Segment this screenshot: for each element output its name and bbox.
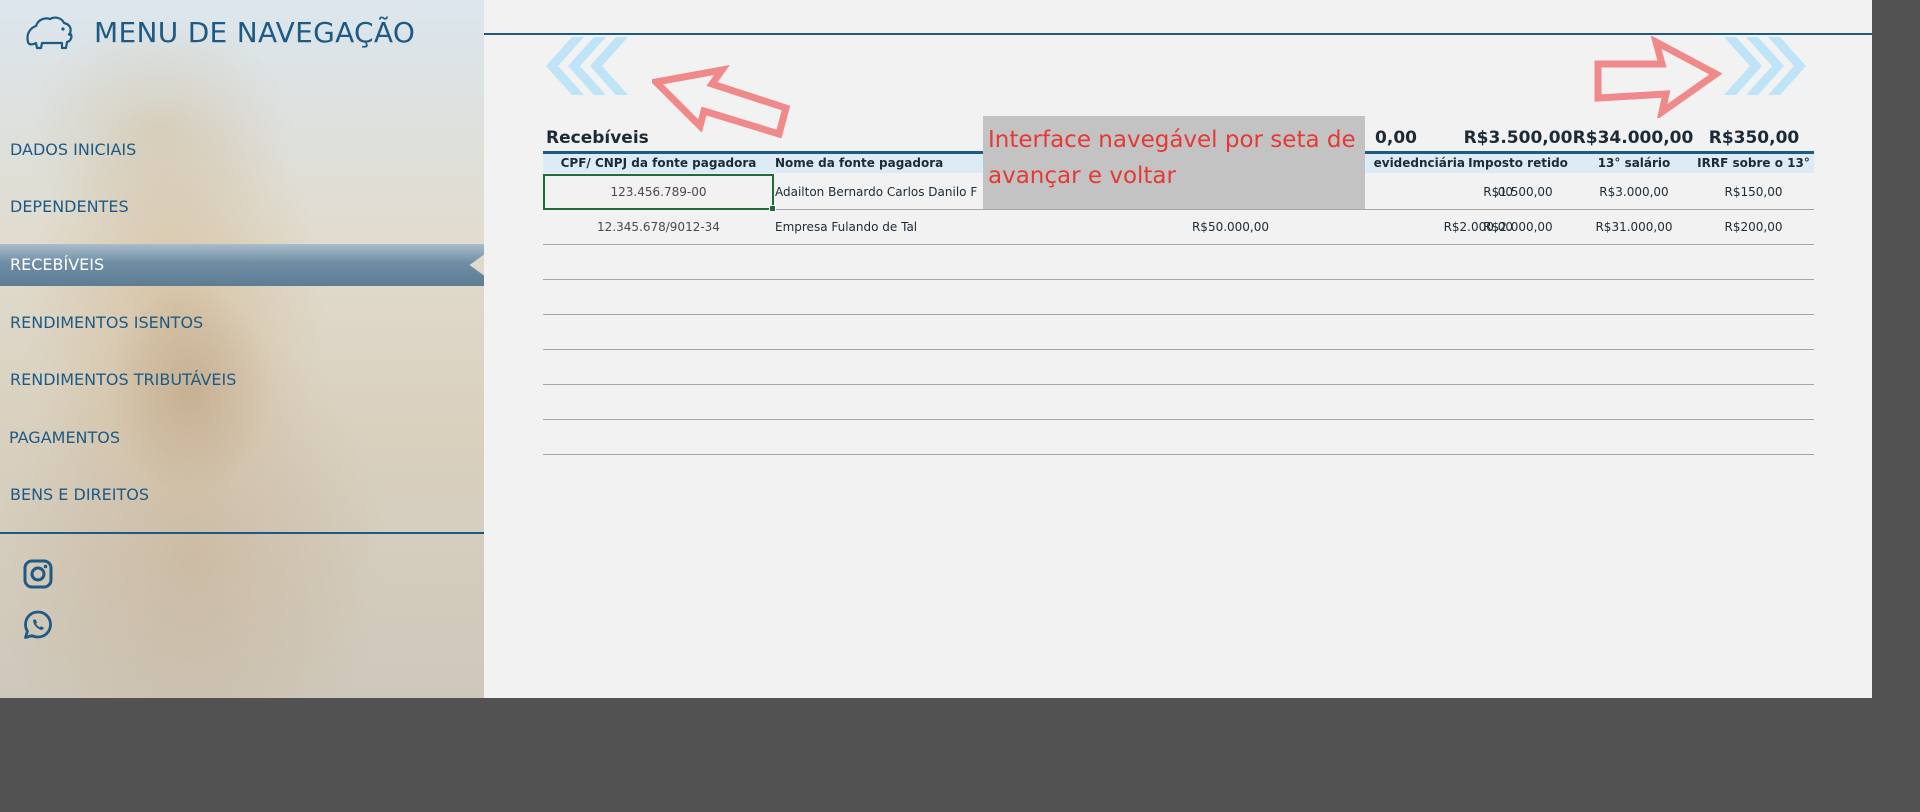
column-cpf-cnpj[interactable]: CPF/ CNPJ da fonte pagadora xyxy=(543,154,774,173)
menu-title: MENU DE NAVEGAÇÃO xyxy=(94,16,416,49)
total-irrf-13: R$350,00 xyxy=(1708,128,1800,148)
table-row-empty[interactable] xyxy=(543,385,1814,420)
whatsapp-icon[interactable] xyxy=(22,609,54,641)
cell-rendimentos[interactable]: R$50.000,00 xyxy=(1123,210,1338,244)
total-imposto-retido: R$3.500,00 xyxy=(1463,128,1573,148)
back-chevron-icon[interactable] xyxy=(544,37,628,95)
table-row-empty[interactable] xyxy=(543,315,1814,350)
cell-nome[interactable]: Empresa Fulando de Tal xyxy=(775,210,1115,244)
spreadsheet-area: MENU DE NAVEGAÇÃO DADOS INICIAIS DEPENDE… xyxy=(0,0,1872,698)
nav-item-pagamentos[interactable]: PAGAMENTOS xyxy=(0,417,484,459)
sidebar-divider xyxy=(0,532,484,534)
cell-irrf-13[interactable]: R$200,00 xyxy=(1693,210,1814,244)
nav-item-rendimentos-tributaveis[interactable]: RENDIMENTOS TRIBUTÁVEIS xyxy=(0,359,484,401)
header-rule xyxy=(484,33,1872,35)
nav-item-bens-e-direitos[interactable]: BENS E DIREITOS xyxy=(0,474,484,516)
cell-13-salario[interactable]: R$31.000,00 xyxy=(1579,210,1689,244)
nav-item-dados-iniciais[interactable]: DADOS INICIAIS xyxy=(0,129,484,171)
nav-item-dependentes[interactable]: DEPENDENTES xyxy=(0,186,484,228)
section-title: Recebíveis xyxy=(546,128,649,148)
table-row-empty[interactable] xyxy=(543,280,1814,315)
instagram-icon[interactable] xyxy=(22,558,54,590)
nav-item-recebiveis[interactable]: RECEBÍVEIS xyxy=(0,244,484,286)
column-13-salario[interactable]: 13° salário xyxy=(1579,154,1689,173)
nav-item-rendimentos-isentos[interactable]: RENDIMENTOS ISENTOS xyxy=(0,302,484,344)
cell-cpf[interactable]: 12.345.678/9012-34 xyxy=(543,210,774,244)
table-row-empty[interactable] xyxy=(543,350,1814,385)
table-row: 12.345.678/9012-34 Empresa Fulando de Ta… xyxy=(543,210,1814,245)
cell-imposto-retido[interactable]: R$2.000,00 xyxy=(1468,210,1568,244)
cell-13-salario[interactable]: R$3.000,00 xyxy=(1579,175,1689,209)
lion-logo-icon xyxy=(26,16,73,50)
column-nome[interactable]: Nome da fonte pagadora xyxy=(775,154,943,173)
total-13-salario: R$34.000,00 xyxy=(1572,128,1694,148)
annotation-arrow-left-icon xyxy=(652,65,791,139)
navigation-sidebar: MENU DE NAVEGAÇÃO DADOS INICIAIS DEPENDE… xyxy=(0,0,484,698)
column-previdencia[interactable]: evidednciária xyxy=(1365,154,1465,173)
cell-cpf[interactable]: 123.456.789-00 xyxy=(543,175,774,209)
cell-irrf-13[interactable]: R$150,00 xyxy=(1693,175,1814,209)
forward-chevron-icon[interactable] xyxy=(1724,37,1808,95)
table-row-empty[interactable] xyxy=(543,245,1814,280)
table-row-empty[interactable] xyxy=(543,420,1814,455)
column-imposto-retido[interactable]: Imposto retido xyxy=(1468,154,1568,173)
column-irrf-13[interactable]: IRRF sobre o 13° xyxy=(1693,154,1814,173)
annotation-arrow-right-icon xyxy=(1594,36,1722,118)
cell-imposto-retido[interactable]: R$1.500,00 xyxy=(1468,175,1568,209)
annotation-note: Interface navegável por seta de avançar … xyxy=(983,116,1365,209)
